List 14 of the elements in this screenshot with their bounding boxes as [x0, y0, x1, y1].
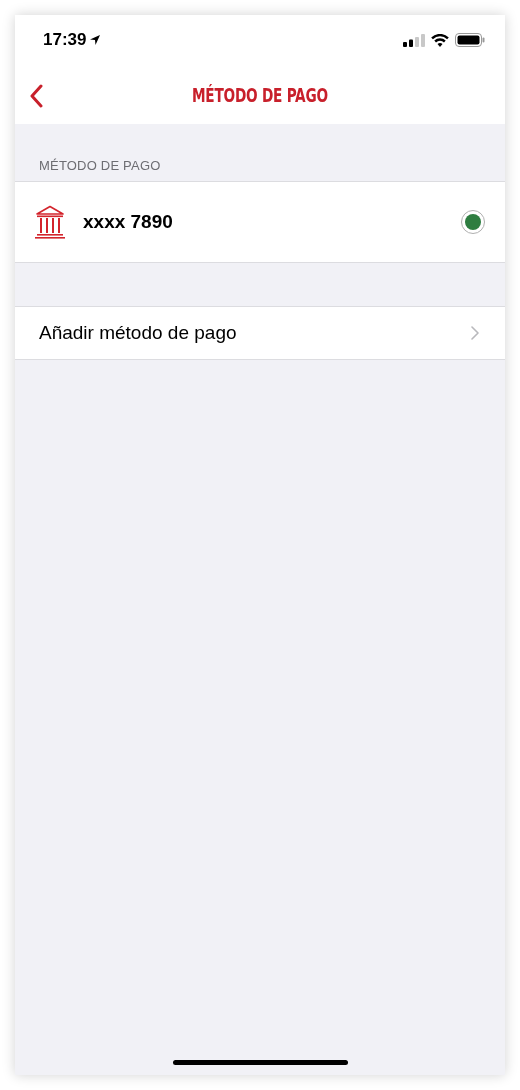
status-time: 17:39 [43, 30, 87, 50]
payment-method-row[interactable]: xxxx 7890 [15, 182, 505, 262]
bank-icon [35, 205, 65, 239]
chevron-right-icon [471, 326, 479, 340]
battery-icon [455, 33, 485, 47]
location-arrow-icon [89, 34, 102, 46]
add-payment-method-row[interactable]: Añadir método de pago [15, 307, 505, 359]
screen-title: MÉTODO DE PAGO [192, 83, 328, 106]
wifi-icon [431, 33, 449, 47]
payment-method-label: xxxx 7890 [83, 211, 174, 233]
add-payment-method-label: Añadir método de pago [39, 322, 237, 344]
section-header: MÉTODO DE PAGO [38, 157, 162, 175]
chevron-left-icon [29, 84, 43, 108]
signal-icon [403, 33, 425, 47]
